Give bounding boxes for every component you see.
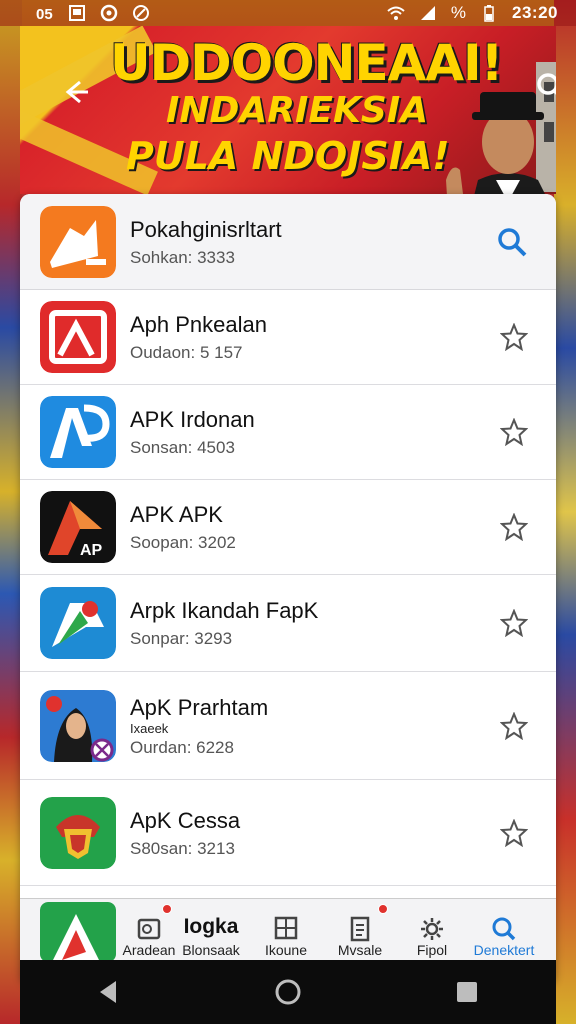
battery-text: %: [450, 3, 467, 22]
search-icon: [492, 917, 516, 940]
image-icon: [137, 918, 161, 939]
photo-icon: [69, 5, 85, 21]
svg-text:AP: AP: [80, 542, 103, 559]
home-circle-icon[interactable]: [273, 977, 303, 1007]
star-icon[interactable]: [500, 323, 528, 351]
featured-app-icon: [40, 205, 116, 278]
app-subtitle: Soopan: 3202: [130, 533, 236, 552]
promo-banner: UDDOONEAAI! INDARIEKSIA PULA NDOJSIA!: [20, 26, 556, 194]
app-list-item[interactable]: Aph Pnkealan Oudaon: 5 157: [20, 290, 556, 385]
nav-big-label: Iogka: [183, 914, 239, 938]
app-title: Aph Pnkealan: [130, 312, 267, 337]
search-icon[interactable]: [496, 226, 528, 258]
status-bar: 05 % 23:20: [0, 0, 576, 26]
recents-square-icon[interactable]: [452, 977, 482, 1007]
nav-item-blonsaak[interactable]: Iogka Blonsaak: [178, 902, 244, 958]
app-icon-black: AP: [40, 491, 116, 563]
app-title: APK Irdonan: [130, 407, 255, 432]
svg-text:05: 05: [36, 6, 53, 22]
back-arrow-icon[interactable]: [60, 76, 92, 108]
nav-item-ikoune[interactable]: Ikoune: [256, 902, 316, 958]
back-triangle-icon[interactable]: [94, 977, 124, 1007]
star-icon[interactable]: [500, 513, 528, 541]
app-subtitle: Sonpar: 3293: [130, 629, 233, 648]
notification-badge: [378, 903, 388, 914]
nav-item-mvsale[interactable]: Mvsale: [330, 902, 390, 958]
app-subtitle: Sonsan: 4503: [130, 438, 235, 457]
star-icon[interactable]: [500, 418, 528, 446]
app-title: ApK Prarhtam: [130, 694, 269, 720]
system-navigation-bar: [20, 960, 556, 1024]
right-background-edge: [554, 0, 576, 1024]
battery-icon: [484, 5, 494, 22]
link-icon: [133, 5, 149, 21]
app-list-item[interactable]: Arpk Ikandah FapK Sonpar: 3293: [20, 575, 556, 672]
nav-item-fipol[interactable]: Fipol: [404, 902, 460, 958]
document-icon: [350, 916, 370, 941]
nav-label: Denektert: [473, 941, 535, 958]
nav-label: Blonsaak: [182, 941, 240, 958]
nav-label: Mvsale: [337, 941, 383, 958]
star-icon[interactable]: [500, 818, 528, 847]
bottom-navigation: Aradean Iogka Blonsaak Ikoune Mvsale Fip…: [20, 898, 556, 962]
app-list-item[interactable]: ApK Prarhtam Ixaeek Ourdan: 6228: [20, 672, 556, 780]
app-title: Arpk Ikandah FapK: [130, 598, 319, 623]
grid-icon: [274, 916, 298, 939]
search-icon[interactable]: [534, 70, 556, 104]
wifi-icon: [387, 6, 405, 20]
banner-subheadline: INDARIEKSIA: [166, 90, 429, 131]
sim-icon: 05: [36, 6, 53, 22]
star-icon[interactable]: [500, 609, 528, 637]
featured-app-subtitle: Sohkan: 3333: [130, 247, 235, 267]
nav-item-denektert[interactable]: Denektert: [472, 902, 536, 958]
app-list-item[interactable]: ApK Cessa S80san: 3213: [20, 780, 556, 886]
app-list-item[interactable]: AP APK APK Soopan: 3202: [20, 480, 556, 575]
star-icon[interactable]: [500, 711, 528, 740]
left-background-edge: [0, 0, 22, 1024]
status-time: 23:20: [512, 3, 558, 22]
notification-badge: [162, 903, 172, 914]
app-icon-portrait: [40, 689, 116, 762]
app-icon-blue: [40, 396, 116, 468]
app-icon-teal: [40, 587, 116, 659]
featured-app-title: Pokahginisrltart: [130, 216, 282, 242]
app-subtitle: Oudaon: 5 157: [130, 343, 243, 362]
signal-icon: [420, 6, 435, 20]
app-icon-red: [40, 301, 116, 373]
nav-label: Aradean: [122, 941, 176, 958]
app-subtitle: S80san: 3213: [130, 838, 235, 858]
app-subtitle: Ourdan: 6228: [130, 737, 234, 757]
featured-app-row[interactable]: Pokahginisrltart Sohkan: 3333: [20, 194, 556, 290]
circle-app-icon: [100, 4, 118, 22]
app-icon-green-emblem: [40, 796, 116, 869]
nav-app-thumbnail[interactable]: [40, 901, 116, 962]
nav-item-aradean[interactable]: Aradean: [122, 902, 176, 958]
app-list-item[interactable]: APK Irdonan Sonsan: 4503: [20, 385, 556, 480]
nav-label: Fipol: [416, 941, 448, 958]
app-list-card: Pokahginisrltart Sohkan: 3333 Aph Pnkeal…: [20, 194, 556, 984]
banner-tagline: PULA NDOJSIA!: [126, 134, 450, 178]
app-extra-label: Ixaeek: [130, 720, 169, 736]
settings-icon: [421, 917, 443, 940]
nav-label: Ikoune: [264, 941, 308, 958]
app-title: ApK Cessa: [130, 807, 241, 833]
app-title: APK APK: [130, 502, 223, 527]
